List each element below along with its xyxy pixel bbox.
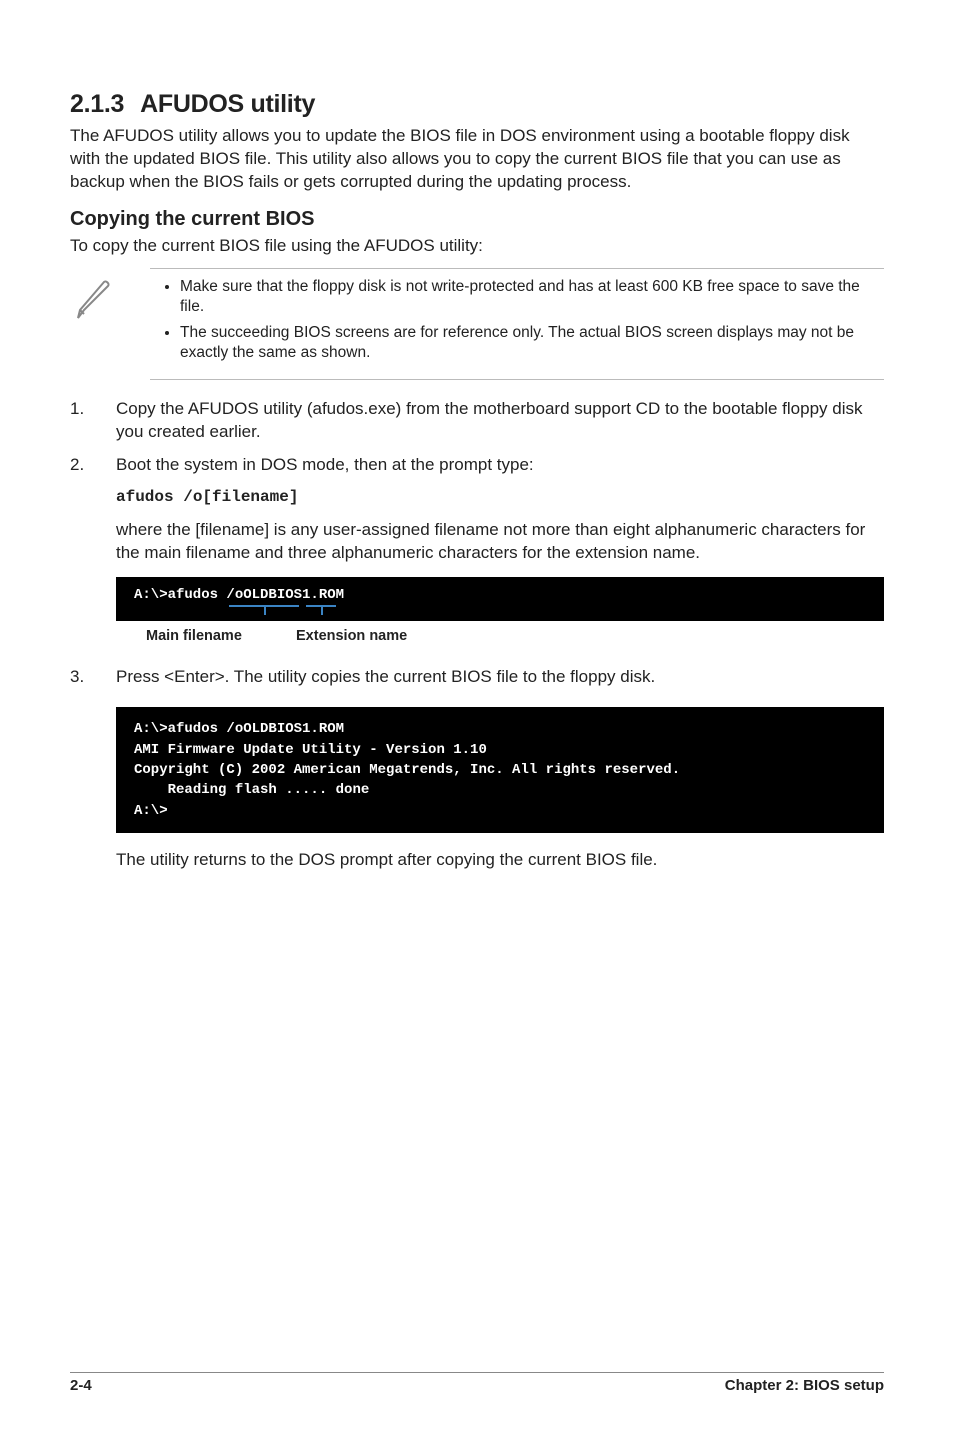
tick-mark (264, 605, 266, 615)
section-heading: 2.1.3 AFUDOS utility (70, 90, 884, 119)
extension-name-label: Extension name (296, 627, 407, 647)
subheading: Copying the current BIOS (70, 208, 884, 231)
copy-intro: To copy the current BIOS file using the … (70, 235, 884, 258)
step-number: 1. (70, 398, 96, 444)
main-filename-label: Main filename (146, 627, 296, 647)
terminal-output: A:\>afudos /oOLDBIOS1.ROM AMI Firmware U… (116, 707, 884, 832)
step-text: Press <Enter>. The utility copies the cu… (116, 666, 884, 689)
chapter-title: Chapter 2: BIOS setup (725, 1377, 884, 1394)
terminal-wrapper: A:\>afudos /oOLDBIOS1.ROM (116, 577, 884, 621)
note-item: Make sure that the floppy disk is not wr… (180, 277, 880, 317)
note-block: Make sure that the floppy disk is not wr… (70, 268, 884, 381)
intro-paragraph: The AFUDOS utility allows you to update … (70, 125, 884, 194)
page-footer: 2-4 Chapter 2: BIOS setup (70, 1372, 884, 1394)
step-number: 3. (70, 666, 96, 881)
note-list-box: Make sure that the floppy disk is not wr… (150, 268, 884, 381)
terminal-output: A:\>afudos /oOLDBIOS1.ROM (116, 577, 884, 621)
pencil-note-icon (70, 268, 122, 381)
command-text: afudos /o[filename] (116, 487, 884, 509)
steps-list: 1. Copy the AFUDOS utility (afudos.exe) … (70, 398, 884, 882)
step-after-text: The utility returns to the DOS prompt af… (116, 849, 884, 872)
note-item: The succeeding BIOS screens are for refe… (180, 323, 880, 363)
step-number: 2. (70, 454, 96, 656)
tick-mark (321, 605, 323, 615)
section-title: AFUDOS utility (140, 90, 315, 118)
page-number: 2-4 (70, 1377, 92, 1394)
step-text: Boot the system in DOS mode, then at the… (116, 454, 884, 477)
filename-labels: Main filename Extension name (116, 627, 884, 647)
step-text: Copy the AFUDOS utility (afudos.exe) fro… (116, 398, 884, 444)
section-number: 2.1.3 (70, 90, 124, 118)
step-description: where the [filename] is any user-assigne… (116, 519, 884, 565)
